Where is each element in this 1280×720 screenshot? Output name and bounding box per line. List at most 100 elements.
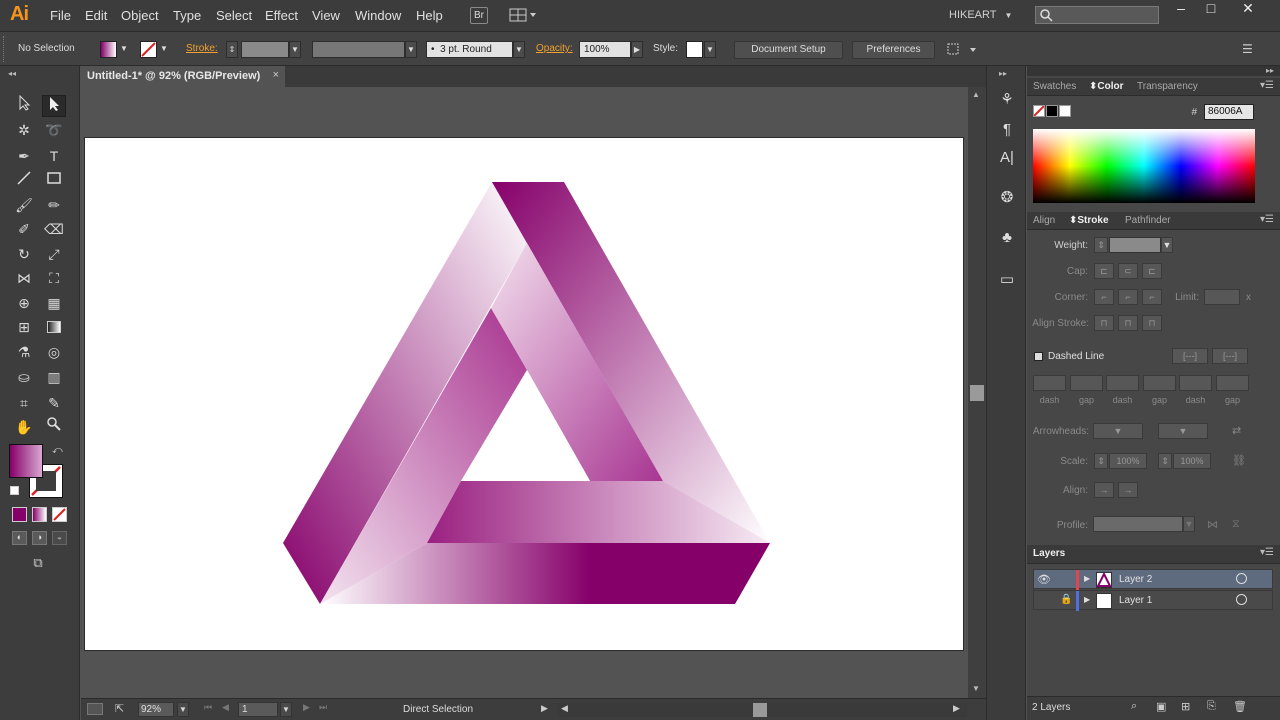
- layers-panel-menu-icon[interactable]: ▾☰: [1260, 547, 1274, 558]
- collapse-toolbar-icon[interactable]: ◂◂: [8, 69, 16, 78]
- zoom-field[interactable]: 92%: [138, 702, 174, 717]
- bevel-join-button[interactable]: ⌐: [1142, 289, 1162, 305]
- style-swatch[interactable]: [686, 41, 703, 58]
- scale-tool[interactable]: ⤢: [42, 243, 66, 265]
- minimize-button[interactable]: –: [1165, 0, 1197, 18]
- dashed-line-checkbox[interactable]: [1034, 352, 1043, 361]
- menu-object[interactable]: Object: [121, 8, 159, 23]
- rectangle-tool[interactable]: [42, 170, 66, 192]
- make-clipping-mask-icon[interactable]: ▣: [1156, 700, 1166, 713]
- last-artboard-button[interactable]: ⏭: [319, 702, 327, 713]
- tab-color[interactable]: ⬍Color: [1089, 81, 1124, 92]
- gradient-mode-button[interactable]: [32, 507, 47, 522]
- align-center-button[interactable]: ⊓: [1094, 315, 1114, 331]
- scroll-left-icon[interactable]: ◀: [561, 703, 568, 714]
- gap-2-field[interactable]: [1143, 375, 1176, 391]
- menu-file[interactable]: File: [50, 8, 71, 23]
- symbols-panel-icon[interactable]: ♣: [997, 228, 1017, 248]
- selection-tool[interactable]: [12, 94, 36, 117]
- variable-width-dropdown[interactable]: ▼: [405, 41, 417, 58]
- fill-dropdown[interactable]: ▼: [118, 41, 130, 58]
- none-mode-button[interactable]: [52, 507, 67, 522]
- document-setup-button[interactable]: Document Setup: [734, 41, 843, 59]
- round-cap-button[interactable]: ⊂: [1118, 263, 1138, 279]
- tab-layers[interactable]: Layers: [1033, 548, 1065, 559]
- fill-swatch[interactable]: [100, 41, 117, 58]
- hand-tool[interactable]: ✋: [12, 416, 36, 438]
- draw-behind-button[interactable]: ◑: [32, 531, 47, 545]
- eyedropper-tool[interactable]: ⚗: [12, 341, 36, 363]
- tab-align[interactable]: Align: [1033, 215, 1055, 226]
- expand-layer-icon[interactable]: ▶: [1084, 574, 1090, 583]
- menu-type[interactable]: Type: [173, 8, 201, 23]
- perspective-grid-tool[interactable]: ▦: [42, 292, 66, 314]
- stroke-weight-field[interactable]: [241, 41, 289, 58]
- brushes-panel-icon[interactable]: ⚘: [997, 90, 1017, 110]
- none-swatch[interactable]: [1033, 105, 1045, 117]
- arrowhead-start-select[interactable]: ▼: [1093, 423, 1143, 439]
- gpu-preview-icon[interactable]: [87, 703, 103, 715]
- stroke-panel-menu-icon[interactable]: ▾☰: [1260, 214, 1274, 225]
- weight-stepper[interactable]: ⇕: [1094, 237, 1108, 253]
- scale-1-stepper[interactable]: ⇕: [1094, 453, 1108, 469]
- blob-brush-tool[interactable]: ✐: [12, 218, 36, 240]
- gradient-tool[interactable]: [42, 316, 66, 338]
- free-transform-tool[interactable]: ⛶: [42, 267, 66, 289]
- draw-normal-button[interactable]: ◐: [12, 531, 27, 545]
- swap-arrowheads-icon[interactable]: ⇄: [1232, 424, 1241, 437]
- menu-select[interactable]: Select: [216, 8, 252, 23]
- mesh-tool[interactable]: ⊞: [12, 316, 36, 338]
- pencil-tool[interactable]: ✏: [42, 194, 66, 216]
- paragraph-panel-icon[interactable]: ¶: [997, 120, 1017, 140]
- expand-layer-icon[interactable]: ▶: [1084, 595, 1090, 604]
- eraser-tool[interactable]: ⌫: [42, 218, 66, 240]
- tab-stroke[interactable]: ⬍Stroke: [1069, 215, 1109, 226]
- default-colors-icon[interactable]: [10, 486, 19, 495]
- control-panel-menu-icon[interactable]: ☰: [1242, 42, 1258, 56]
- menu-effect[interactable]: Effect: [265, 8, 298, 23]
- weight-field[interactable]: [1109, 237, 1161, 253]
- search-input[interactable]: [1035, 6, 1159, 24]
- dash-1-field[interactable]: [1033, 375, 1066, 391]
- white-swatch[interactable]: [1059, 105, 1071, 117]
- previous-artboard-button[interactable]: ◀: [222, 702, 229, 713]
- style-dropdown[interactable]: ▼: [704, 41, 716, 58]
- panel-dock-header[interactable]: ▸▸: [1027, 66, 1280, 76]
- hex-input[interactable]: 86006A: [1204, 104, 1254, 120]
- brush-field[interactable]: • 3 pt. Round: [426, 41, 513, 58]
- direct-selection-tool[interactable]: [42, 95, 66, 117]
- color-spectrum[interactable]: [1033, 129, 1255, 203]
- document-tab[interactable]: Untitled-1* @ 92% (RGB/Preview) ×: [81, 66, 285, 87]
- color-mode-button[interactable]: [12, 507, 27, 522]
- menu-edit[interactable]: Edit: [85, 8, 107, 23]
- miter-join-button[interactable]: ⌐: [1094, 289, 1114, 305]
- transform-options-button[interactable]: [946, 41, 976, 58]
- tab-transparency[interactable]: Transparency: [1137, 81, 1198, 92]
- magic-wand-tool[interactable]: ✲: [12, 119, 36, 141]
- butt-cap-button[interactable]: ⊏: [1094, 263, 1114, 279]
- open-document-icon[interactable]: ⇱: [115, 702, 124, 715]
- type-tool[interactable]: T: [42, 145, 66, 167]
- menu-help[interactable]: Help: [416, 8, 443, 23]
- blend-tool[interactable]: ◎: [42, 341, 66, 363]
- locate-object-icon[interactable]: ⌕: [1131, 700, 1137, 713]
- lasso-tool[interactable]: ➰: [42, 119, 66, 141]
- flip-across-icon[interactable]: ⧖: [1232, 518, 1240, 531]
- arrowhead-end-select[interactable]: ▼: [1158, 423, 1208, 439]
- slice-tool[interactable]: ✎: [42, 392, 66, 414]
- symbol-sprayer-tool[interactable]: ⛀: [12, 366, 36, 388]
- shape-builder-tool[interactable]: ⊕: [12, 292, 36, 314]
- tab-pathfinder[interactable]: Pathfinder: [1125, 215, 1171, 226]
- fill-color-front[interactable]: [9, 444, 43, 478]
- dash-3-field[interactable]: [1179, 375, 1212, 391]
- scale-1-field[interactable]: 100%: [1109, 453, 1147, 469]
- opacity-label[interactable]: Opacity:: [536, 43, 573, 54]
- opacity-field[interactable]: 100%: [579, 41, 631, 58]
- first-artboard-button[interactable]: ⏮: [204, 702, 212, 713]
- scroll-thumb[interactable]: [970, 385, 984, 401]
- delete-layer-icon[interactable]: 🗑: [1233, 700, 1247, 713]
- scale-2-field[interactable]: 100%: [1173, 453, 1211, 469]
- gap-3-field[interactable]: [1216, 375, 1249, 391]
- maximize-button[interactable]: □: [1195, 0, 1227, 18]
- layer-row-layer-2[interactable]: 👁 ▶ Layer 2: [1033, 569, 1273, 590]
